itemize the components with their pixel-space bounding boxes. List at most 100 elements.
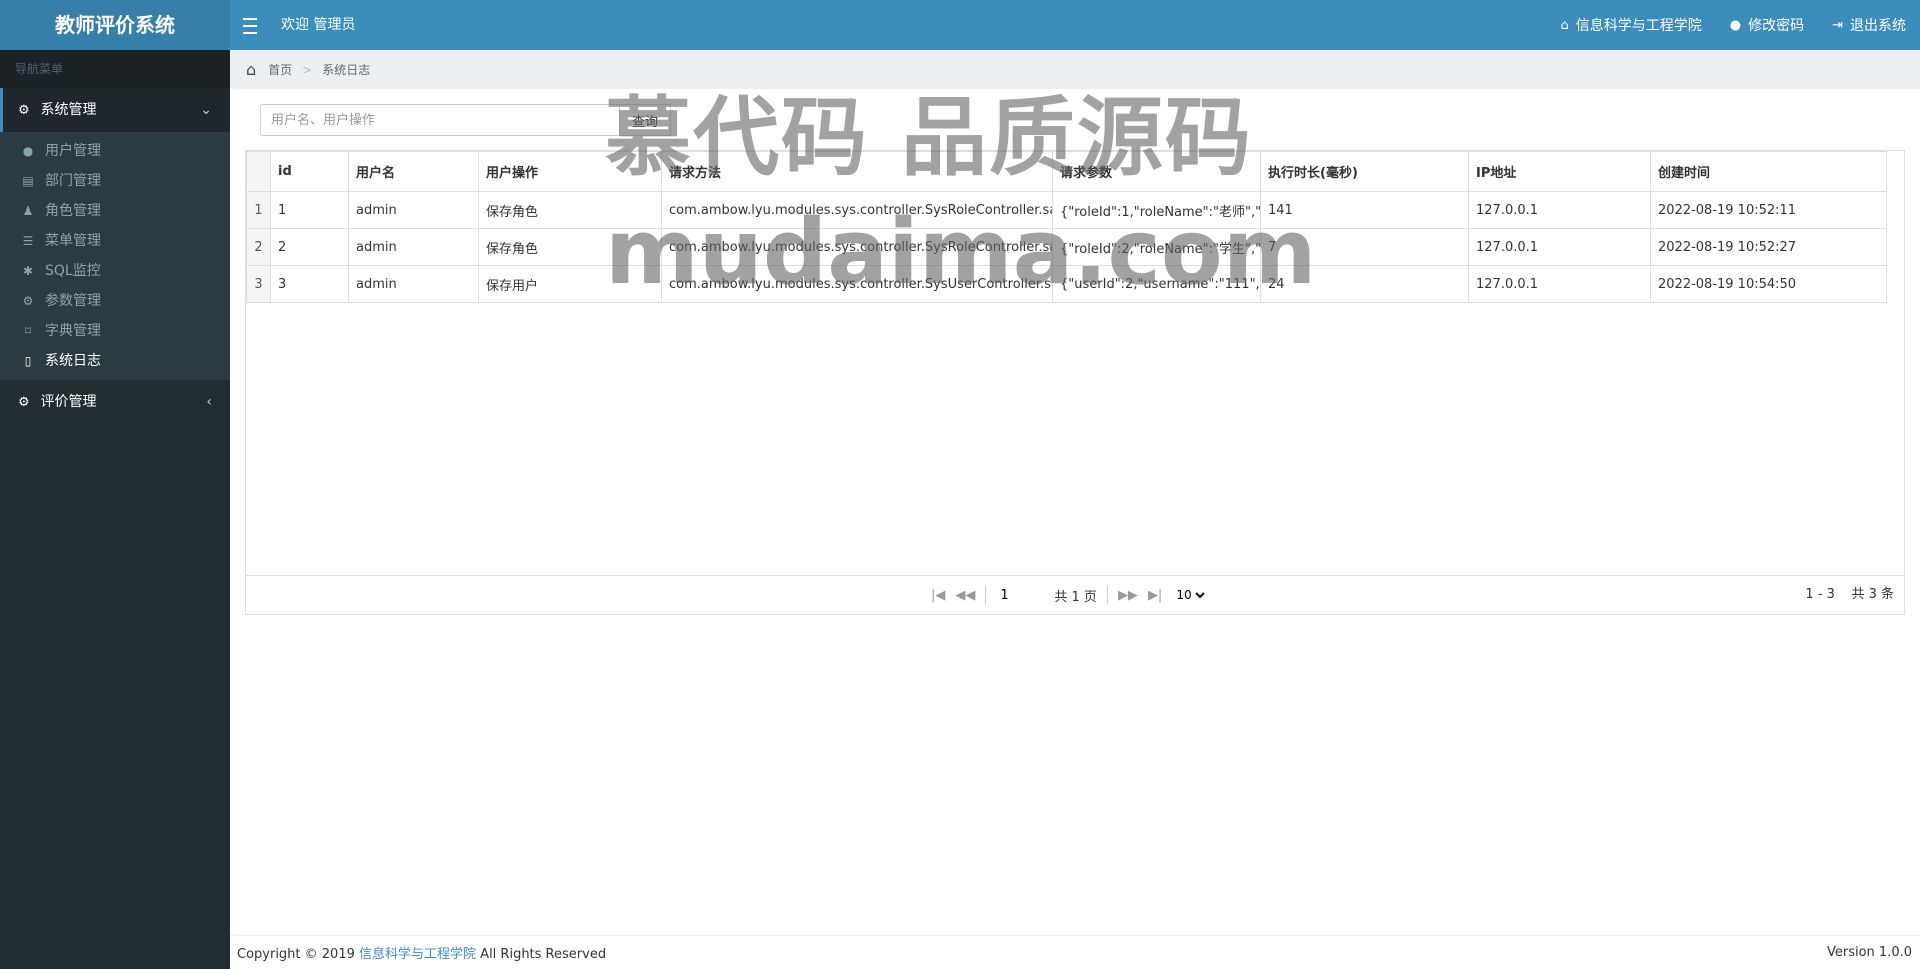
breadcrumb: ⌂ 首页 > 系统日志 bbox=[230, 50, 1920, 89]
row-number: 1 bbox=[246, 191, 271, 229]
breadcrumb-separator: > bbox=[302, 62, 313, 77]
column-header[interactable]: 用户操作 bbox=[478, 151, 662, 192]
table-cell: com.ambow.lyu.modules.sys.controller.Sys… bbox=[661, 191, 1053, 229]
page-size-select[interactable]: 10 bbox=[1172, 587, 1209, 603]
sidebar-item-label: 参数管理 bbox=[45, 293, 101, 309]
file-text-icon: ▯ bbox=[24, 354, 32, 368]
sidebar-item-params[interactable]: ⚙ 参数管理 bbox=[0, 286, 230, 316]
column-header[interactable]: 创建时间 bbox=[1650, 151, 1887, 192]
table-cell: {"userId":2,"username":"111","pa bbox=[1052, 265, 1261, 303]
sidebar-group-evaluation[interactable]: ⚙ 评价管理 ‹ bbox=[0, 380, 230, 424]
sidebar-toggle-icon[interactable] bbox=[243, 13, 257, 37]
gear-icon: ⚙ bbox=[18, 103, 30, 118]
table-cell: {"roleId":1,"roleName":"老师","de bbox=[1052, 191, 1261, 229]
main-content: ⌂ 首页 > 系统日志 查询 id 用户名 用户操作 请求方法 请求参数 执行时… bbox=[230, 50, 1920, 969]
column-header[interactable]: 执行时长(毫秒) bbox=[1260, 151, 1469, 192]
table-cell: 保存用户 bbox=[478, 265, 662, 303]
sidebar-item-label: 系统日志 bbox=[45, 353, 101, 369]
sidebar-item-label: 字典管理 bbox=[45, 323, 101, 339]
column-header[interactable]: 用户名 bbox=[348, 151, 479, 192]
list-icon: ☰ bbox=[22, 234, 34, 248]
table-cell: 127.0.0.1 bbox=[1468, 228, 1651, 266]
user-icon: ● bbox=[22, 144, 34, 158]
sidebar-item-departments[interactable]: ▤ 部门管理 bbox=[0, 166, 230, 196]
table-cell: 保存角色 bbox=[478, 191, 662, 229]
sidebar-group-label: 系统管理 bbox=[40, 102, 97, 118]
sidebar-item-label: 菜单管理 bbox=[45, 233, 101, 249]
table-cell: 2 bbox=[270, 228, 349, 266]
search-input[interactable] bbox=[260, 104, 620, 136]
table-cell: com.ambow.lyu.modules.sys.controller.Sys… bbox=[661, 265, 1053, 303]
table-cell: admin bbox=[348, 265, 479, 303]
table-row[interactable]: 3 3 admin 保存用户 com.ambow.lyu.modules.sys… bbox=[246, 265, 1887, 303]
school-link[interactable]: ⌂ 信息科学与工程学院 bbox=[1560, 15, 1701, 35]
table-cell: 141 bbox=[1260, 191, 1469, 229]
column-header[interactable]: 请求方法 bbox=[661, 151, 1053, 192]
school-link-label: 信息科学与工程学院 bbox=[1575, 18, 1702, 34]
sidebar-item-label: 角色管理 bbox=[45, 203, 101, 219]
sidebar-item-menus[interactable]: ☰ 菜单管理 bbox=[0, 226, 230, 256]
footer: Copyright © 2019 信息科学与工程学院 All Rights Re… bbox=[230, 935, 1920, 969]
logout-label: 退出系统 bbox=[1850, 18, 1906, 34]
pager-summary: 1 - 3 共 3 条 bbox=[1805, 576, 1894, 614]
breadcrumb-home[interactable]: 首页 bbox=[268, 61, 292, 78]
change-password-label: 修改密码 bbox=[1748, 18, 1805, 34]
sidebar-item-system-log[interactable]: ▯ 系统日志 bbox=[0, 346, 230, 376]
search-bar: 查询 bbox=[260, 104, 672, 136]
sidebar-item-dictionary[interactable]: ⌑ 字典管理 bbox=[0, 316, 230, 346]
table-cell: admin bbox=[348, 228, 479, 266]
org-link[interactable]: 信息科学与工程学院 bbox=[359, 947, 476, 962]
row-number: 2 bbox=[246, 228, 271, 266]
column-header[interactable]: IP地址 bbox=[1468, 151, 1651, 192]
sidebar-item-users[interactable]: ● 用户管理 bbox=[0, 136, 230, 166]
sidebar-group-label: 评价管理 bbox=[40, 394, 97, 410]
nav-header: 导航菜单 bbox=[0, 50, 230, 88]
table-row[interactable]: 1 1 admin 保存角色 com.ambow.lyu.modules.sys… bbox=[246, 191, 1887, 229]
record-range: 1 - 3 bbox=[1805, 587, 1835, 602]
prev-page-icon[interactable]: ◀◀ bbox=[955, 588, 975, 603]
page-number-input[interactable] bbox=[996, 584, 1045, 606]
table-cell: 2022-08-19 10:52:27 bbox=[1650, 228, 1887, 266]
table-cell: 2022-08-19 10:52:11 bbox=[1650, 191, 1887, 229]
log-table: id 用户名 用户操作 请求方法 请求参数 执行时长(毫秒) IP地址 创建时间… bbox=[246, 151, 1887, 303]
cog-icon: ⚙ bbox=[22, 294, 34, 308]
table-cell: 3 bbox=[270, 265, 349, 303]
sidebar-item-label: SQL监控 bbox=[45, 263, 101, 279]
chevron-down-icon: ⌄ bbox=[200, 102, 212, 118]
copyright: Copyright © 2019 信息科学与工程学院 All Rights Re… bbox=[237, 943, 606, 962]
change-password-link[interactable]: ● 修改密码 bbox=[1730, 15, 1804, 35]
chevron-left-icon: ‹ bbox=[206, 394, 212, 410]
record-total: 共 3 条 bbox=[1851, 587, 1894, 602]
first-page-icon[interactable]: |◀ bbox=[931, 588, 945, 603]
next-page-icon[interactable]: ▶▶ bbox=[1118, 588, 1138, 603]
gear-icon: ⚙ bbox=[18, 395, 30, 410]
table-row[interactable]: 2 2 admin 保存角色 com.ambow.lyu.modules.sys… bbox=[246, 228, 1887, 266]
breadcrumb-current: 系统日志 bbox=[322, 63, 371, 77]
copyright-rights: All Rights Reserved bbox=[480, 947, 607, 962]
sidebar-item-label: 部门管理 bbox=[45, 173, 101, 189]
pager: |◀ ◀◀ 共 1 页 ▶▶ ▶| 10 1 - 3 共 3 条 bbox=[246, 575, 1904, 614]
search-button[interactable]: 查询 bbox=[620, 104, 672, 136]
sidebar-item-sql-monitor[interactable]: ✱ SQL监控 bbox=[0, 256, 230, 286]
logout-link[interactable]: ⇥ 退出系统 bbox=[1832, 15, 1906, 35]
welcome-text: 欢迎 管理员 bbox=[281, 17, 356, 33]
sidebar-item-roles[interactable]: ♟ 角色管理 bbox=[0, 196, 230, 226]
table-cell: 保存角色 bbox=[478, 228, 662, 266]
home-icon: ⌂ bbox=[1560, 17, 1569, 33]
bug-icon: ✱ bbox=[22, 264, 34, 278]
table-cell: com.ambow.lyu.modules.sys.controller.Sys… bbox=[661, 228, 1053, 266]
log-grid: id 用户名 用户操作 请求方法 请求参数 执行时长(毫秒) IP地址 创建时间… bbox=[245, 150, 1905, 615]
home-icon[interactable]: ⌂ bbox=[246, 60, 256, 79]
header-links: ⌂ 信息科学与工程学院 ● 修改密码 ⇥ 退出系统 bbox=[1560, 0, 1906, 50]
last-page-icon[interactable]: ▶| bbox=[1148, 588, 1162, 603]
row-number: 3 bbox=[246, 265, 271, 303]
table-cell: 1 bbox=[270, 191, 349, 229]
table-cell: 127.0.0.1 bbox=[1468, 265, 1651, 303]
column-header[interactable]: id bbox=[270, 151, 349, 192]
app-logo[interactable]: 教师评价系统 bbox=[0, 0, 230, 50]
table-cell: 24 bbox=[1260, 265, 1469, 303]
sidebar-group-system[interactable]: ⚙ 系统管理 ⌄ bbox=[0, 88, 230, 132]
bookmark-icon: ⌑ bbox=[24, 324, 32, 338]
column-header[interactable]: 请求参数 bbox=[1052, 151, 1261, 192]
pager-controls: |◀ ◀◀ 共 1 页 ▶▶ ▶| 10 bbox=[931, 576, 1209, 614]
